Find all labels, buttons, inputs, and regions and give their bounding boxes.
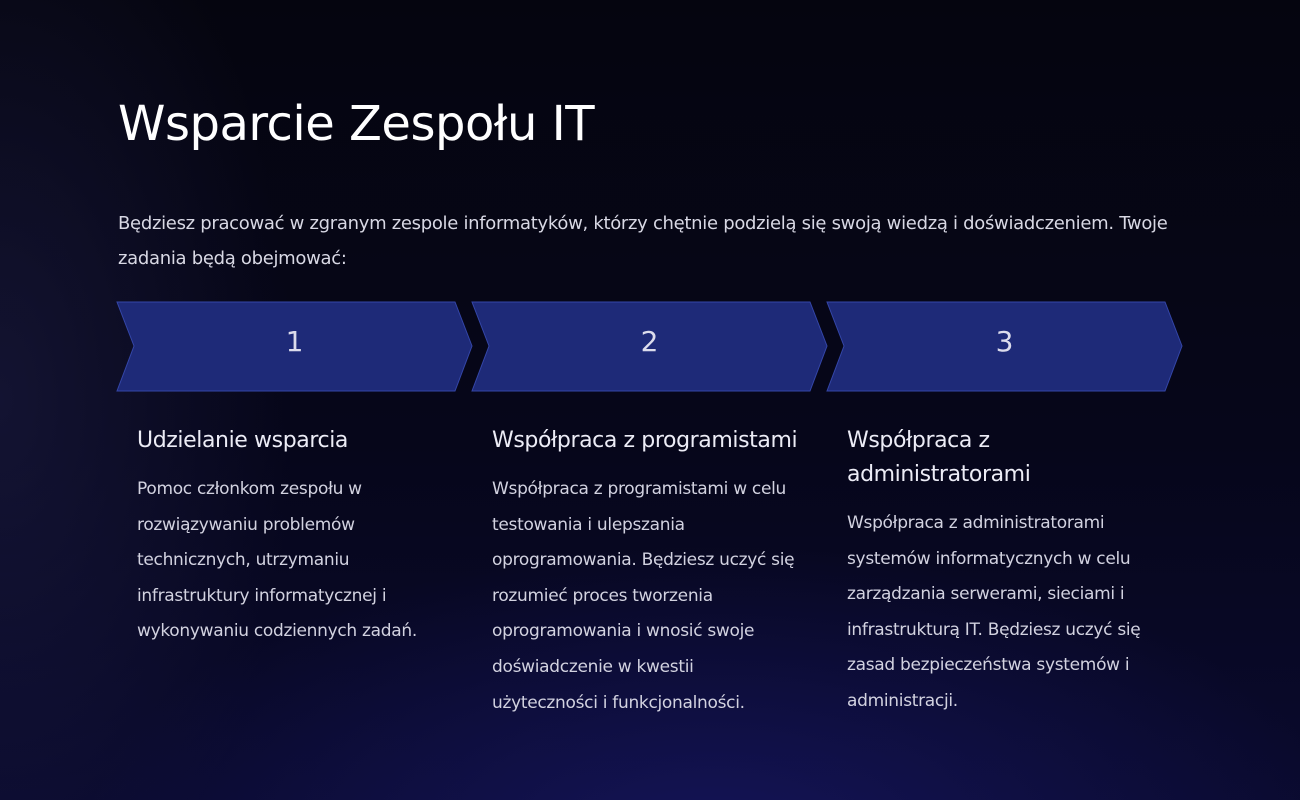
step-title: Współpraca z administratorami xyxy=(847,428,1031,487)
step-description: Pomoc członkom zespołu w rozwiązywaniu p… xyxy=(137,479,417,642)
page-title: Wsparcie Zespołu IT xyxy=(118,96,595,152)
step-title: Współpraca z programistami xyxy=(492,428,798,453)
step-title: Udzielanie wsparcia xyxy=(137,428,348,453)
step-card-3: Współpraca z administratorami Współpraca… xyxy=(847,424,1177,720)
step-card-1: Udzielanie wsparcia Pomoc członkom zespo… xyxy=(137,424,467,650)
step-number-3: 3 xyxy=(995,325,1014,358)
slide: Wsparcie Zespołu IT Będziesz pracować w … xyxy=(0,0,1300,800)
step-number-2: 2 xyxy=(640,325,659,358)
step-description: Współpraca z programistami w celu testow… xyxy=(492,479,795,713)
intro-paragraph: Będziesz pracować w zgranym zespole info… xyxy=(118,213,1168,269)
step-card-2: Współpraca z programistami Współpraca z … xyxy=(492,424,822,721)
step-number-1: 1 xyxy=(285,325,304,358)
step-description: Współpraca z administratorami systemów i… xyxy=(847,513,1141,711)
